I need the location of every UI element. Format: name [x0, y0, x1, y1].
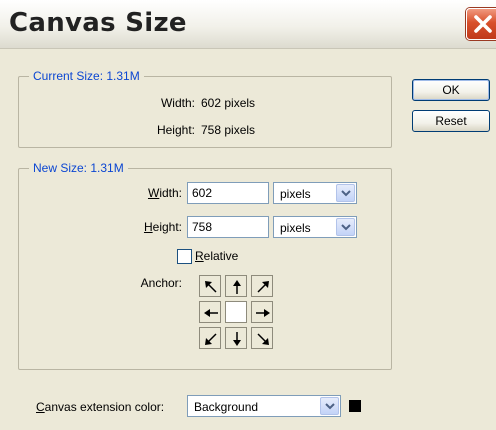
chevron-down-icon	[341, 190, 351, 197]
anchor-label: Anchor:	[140, 276, 182, 290]
height-input[interactable]: 758	[187, 216, 269, 238]
new-height-label: Height:	[143, 220, 182, 234]
relative-checkbox[interactable]	[177, 249, 192, 264]
width-unit-dropdown-button[interactable]	[336, 184, 355, 202]
arrow-left-icon	[204, 309, 218, 317]
anchor-top-left[interactable]	[199, 275, 221, 297]
relative-label[interactable]: Relative	[195, 249, 238, 263]
close-button[interactable]	[466, 8, 496, 40]
arrow-up-left-icon	[205, 281, 217, 293]
anchor-top[interactable]	[225, 275, 247, 297]
new-size-group: New Size: 1.31M Width: 602 pixels Height…	[18, 161, 392, 370]
arrow-up-icon	[233, 280, 241, 294]
extension-color-label: Canvas extension color:	[36, 400, 165, 414]
arrow-down-left-icon	[205, 333, 217, 345]
anchor-bottom-right[interactable]	[251, 327, 273, 349]
reset-button[interactable]: Reset	[412, 110, 490, 132]
anchor-top-right[interactable]	[251, 275, 273, 297]
extension-color-select[interactable]: Background	[187, 395, 341, 417]
extension-color-dropdown-button[interactable]	[320, 397, 339, 415]
title-bar[interactable]: Canvas Size	[0, 0, 496, 49]
arrow-right-icon	[256, 309, 270, 317]
dialog-title: Canvas Size	[9, 8, 187, 38]
anchor-left[interactable]	[199, 301, 221, 323]
anchor-grid	[199, 275, 279, 355]
new-size-legend: New Size: 1.31M	[29, 161, 128, 175]
height-unit-dropdown-button[interactable]	[336, 218, 355, 236]
chevron-down-icon	[325, 403, 335, 410]
width-unit-value: pixels	[280, 187, 311, 201]
height-unit-value: pixels	[280, 221, 311, 235]
arrow-down-right-icon	[257, 333, 269, 345]
current-width-label: Width:	[160, 96, 195, 110]
ok-button[interactable]: OK	[412, 79, 490, 101]
extension-color-value: Background	[194, 400, 259, 414]
current-size-group: Current Size: 1.31M Width: 602 pixels He…	[18, 69, 392, 148]
chevron-down-icon	[341, 224, 351, 231]
current-height-label: Height:	[156, 123, 195, 137]
current-size-legend: Current Size: 1.31M	[29, 69, 144, 83]
current-height-value: 758 pixels	[201, 123, 256, 137]
current-width-value: 602 pixels	[201, 96, 256, 110]
extension-color-swatch[interactable]	[349, 400, 361, 412]
anchor-right[interactable]	[251, 301, 273, 323]
anchor-bottom-left[interactable]	[199, 327, 221, 349]
close-icon	[474, 15, 492, 33]
width-input[interactable]: 602	[187, 182, 269, 204]
arrow-down-icon	[233, 332, 241, 346]
arrow-up-right-icon	[257, 281, 269, 293]
anchor-center[interactable]	[225, 301, 247, 323]
anchor-bottom[interactable]	[225, 327, 247, 349]
new-width-label: Width:	[147, 186, 182, 200]
height-unit-select[interactable]: pixels	[273, 216, 357, 238]
width-unit-select[interactable]: pixels	[273, 182, 357, 204]
